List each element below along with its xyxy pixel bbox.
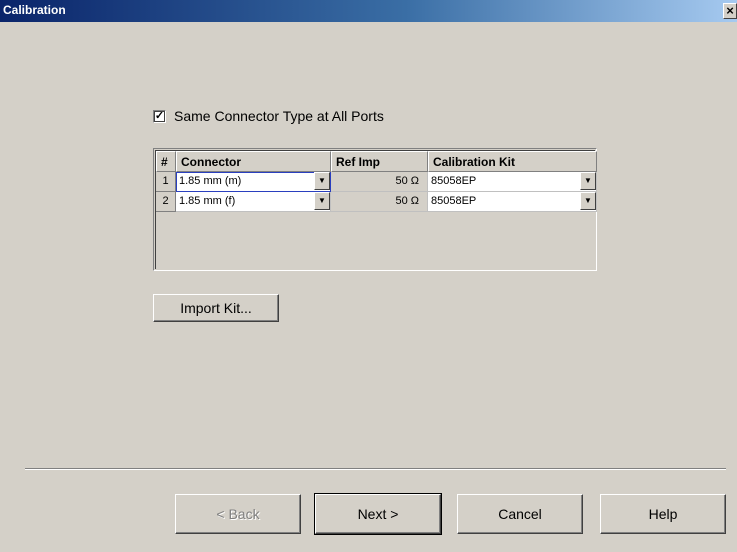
connector-dropdown-button[interactable]: ▼ [314, 192, 330, 210]
header-number: # [156, 151, 176, 172]
connector-dropdown-button[interactable]: ▼ [314, 172, 330, 190]
same-connector-checkbox[interactable]: ✓ [153, 109, 166, 123]
footer-separator [25, 468, 726, 470]
window-title: Calibration [3, 3, 66, 17]
title-bar: Calibration × [0, 0, 737, 22]
back-button[interactable]: < Back [175, 494, 301, 534]
connector-cell[interactable]: 1.85 mm (m) ▼ [176, 172, 331, 192]
calibration-kit-value: 85058EP [431, 195, 477, 207]
row-number: 2 [156, 192, 176, 212]
row-number: 1 [156, 172, 176, 192]
calibration-kit-dropdown-button[interactable]: ▼ [580, 192, 596, 210]
connector-table: # Connector Ref Imp Calibration Kit 1 1.… [153, 148, 597, 271]
same-connector-option[interactable]: ✓ Same Connector Type at All Ports [153, 108, 384, 124]
calibration-kit-cell[interactable]: 85058EP ▼ [428, 172, 597, 192]
connector-value: 1.85 mm (m) [179, 175, 242, 187]
connector-cell[interactable]: 1.85 mm (f) ▼ [176, 192, 331, 212]
ref-imp-cell: 50 Ω [331, 172, 428, 192]
close-button[interactable]: × [723, 3, 737, 19]
calibration-kit-dropdown-button[interactable]: ▼ [580, 172, 596, 190]
calibration-kit-cell[interactable]: 85058EP ▼ [428, 192, 597, 212]
header-connector: Connector [176, 151, 331, 172]
import-kit-button[interactable]: Import Kit... [153, 294, 279, 322]
calibration-kit-value: 85058EP [431, 175, 477, 187]
connector-value: 1.85 mm (f) [179, 195, 236, 207]
help-button[interactable]: Help [600, 494, 726, 534]
cancel-button[interactable]: Cancel [457, 494, 583, 534]
same-connector-label[interactable]: Same Connector Type at All Ports [174, 108, 384, 124]
header-calibration-kit: Calibration Kit [428, 151, 597, 172]
next-button[interactable]: Next > [314, 493, 442, 535]
ref-imp-cell: 50 Ω [331, 192, 428, 212]
header-ref-imp: Ref Imp [331, 151, 428, 172]
